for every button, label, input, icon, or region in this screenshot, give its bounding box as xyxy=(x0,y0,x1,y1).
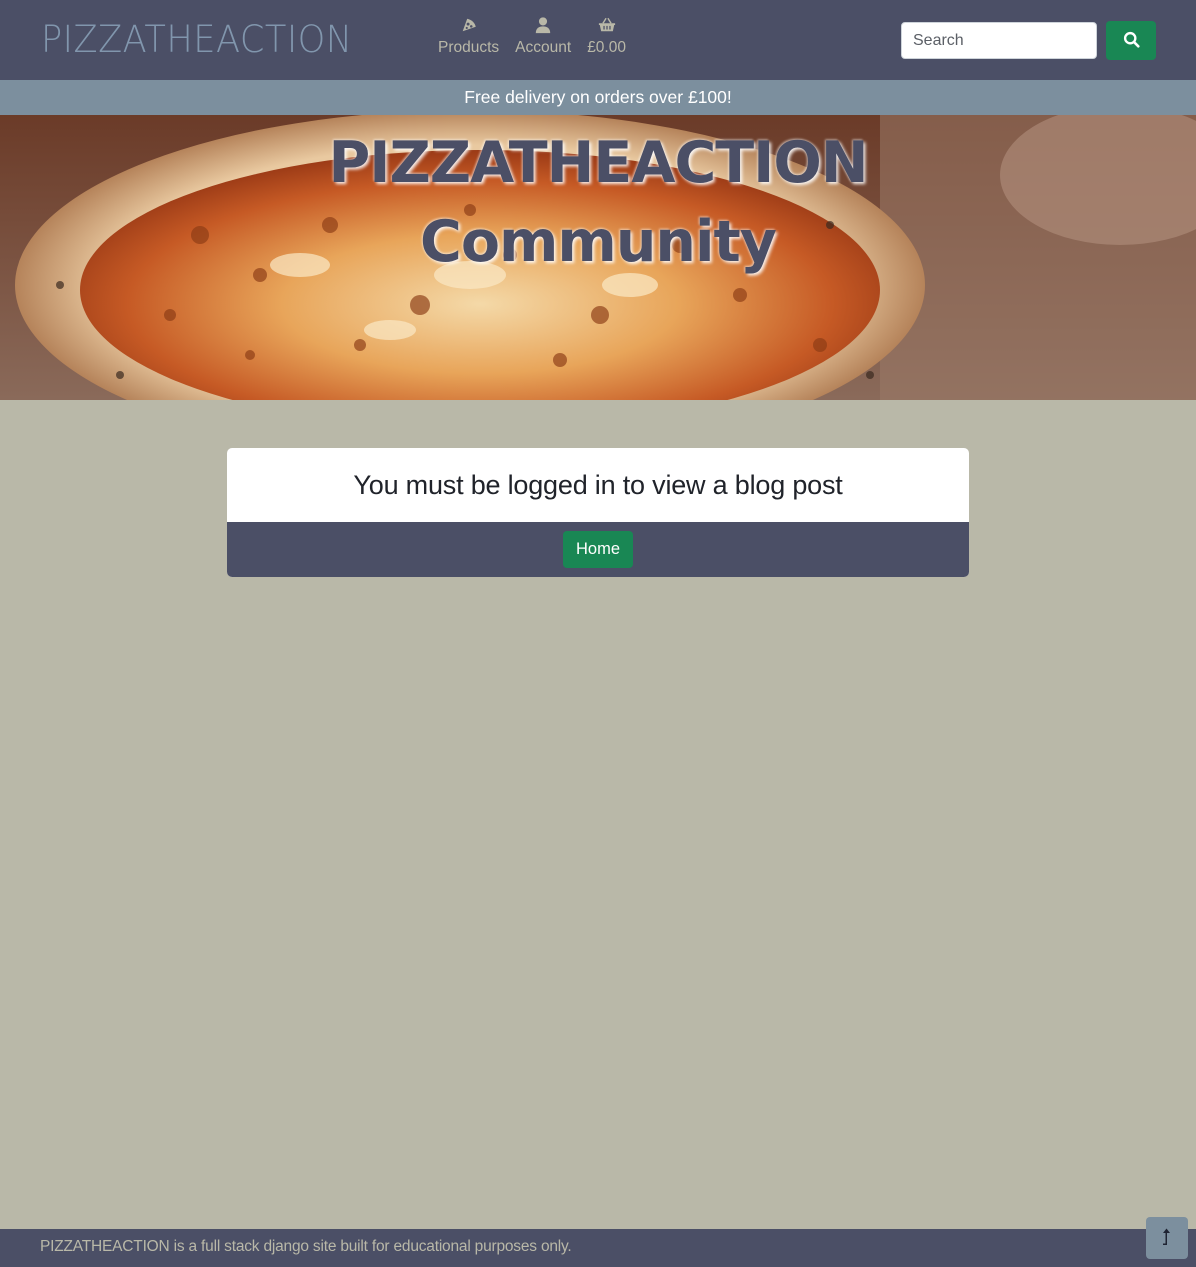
level-up-arrow-icon xyxy=(1159,1228,1175,1249)
card-body: You must be logged in to view a blog pos… xyxy=(227,448,969,522)
home-button[interactable]: Home xyxy=(562,531,633,568)
search-button[interactable] xyxy=(1106,21,1156,60)
pizza-slice-icon xyxy=(459,16,479,34)
hero-title: PIZZATHEACTION Community xyxy=(0,124,1196,282)
nav-products-label: Products xyxy=(438,39,500,56)
search-input[interactable] xyxy=(901,22,1097,59)
free-delivery-banner: Free delivery on orders over £100! xyxy=(0,80,1196,115)
user-icon xyxy=(533,16,553,34)
card-footer: Home xyxy=(227,522,969,577)
nav-account-link[interactable]: Account xyxy=(507,16,579,57)
footer-disclaimer: PIZZATHEACTION is a full stack django si… xyxy=(40,1238,572,1255)
brand-logo-link[interactable]: PIZZATHEACTION xyxy=(41,18,353,62)
hero-banner: PIZZATHEACTION Community xyxy=(0,115,1196,400)
shopping-basket-icon xyxy=(597,16,617,34)
main-nav: Products Account £0.00 xyxy=(430,16,634,57)
login-required-message: You must be logged in to view a blog pos… xyxy=(353,469,843,500)
login-required-card: You must be logged in to view a blog pos… xyxy=(227,448,969,577)
site-footer: PIZZATHEACTION is a full stack django si… xyxy=(0,1229,1196,1267)
navbar: PIZZATHEACTION Products Account £0.00 Se… xyxy=(0,0,1196,80)
back-to-top-button[interactable] xyxy=(1146,1217,1188,1259)
nav-basket-link[interactable]: £0.00 xyxy=(579,16,634,57)
search-icon xyxy=(1123,31,1140,51)
nav-products-link[interactable]: Products xyxy=(430,16,507,57)
hero-title-line2: Community xyxy=(420,209,777,275)
nav-account-label: Account xyxy=(515,39,572,56)
nav-basket-total: £0.00 xyxy=(587,39,626,56)
hero-title-line1: PIZZATHEACTION xyxy=(328,130,868,196)
